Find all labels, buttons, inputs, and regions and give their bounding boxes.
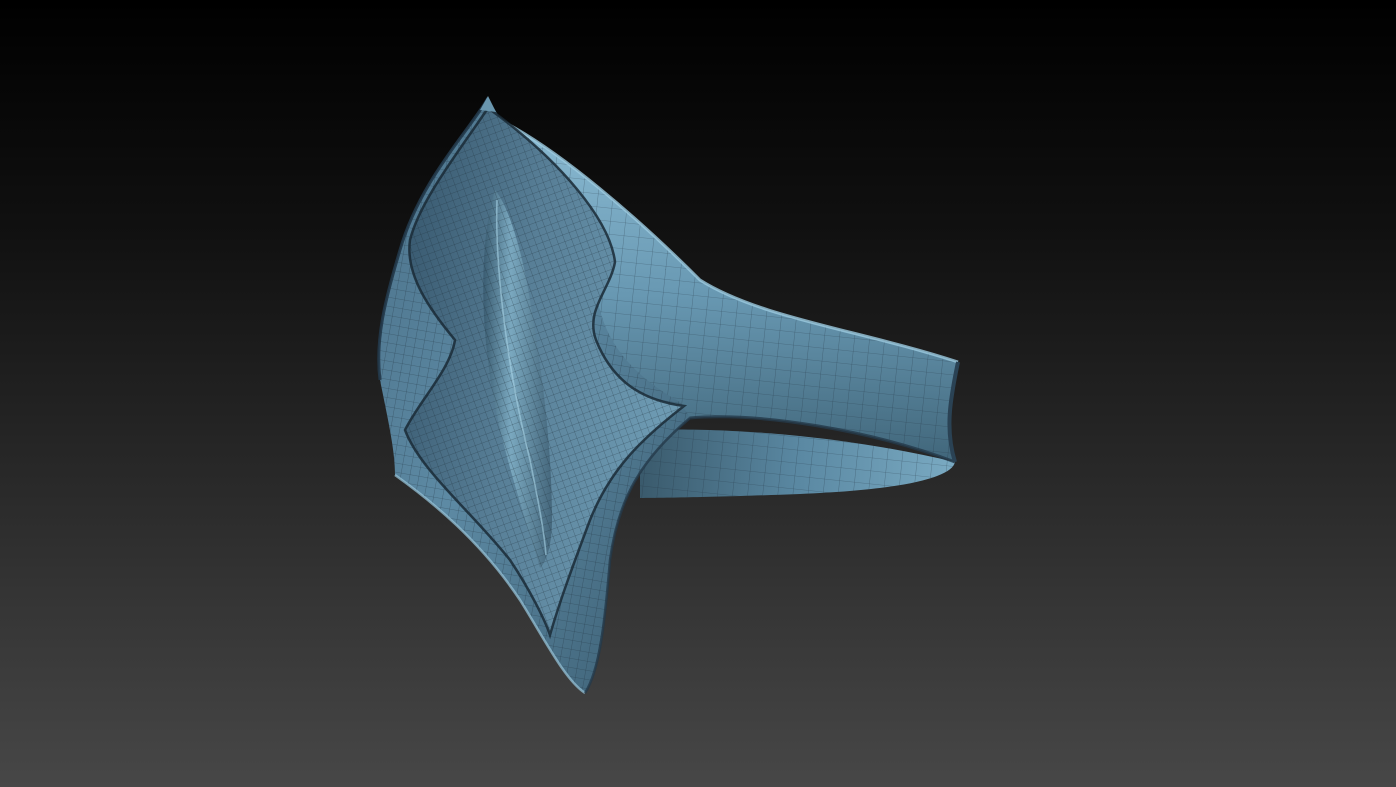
viewport-canvas[interactable] — [0, 0, 1396, 787]
3d-viewport[interactable] — [0, 0, 1396, 787]
